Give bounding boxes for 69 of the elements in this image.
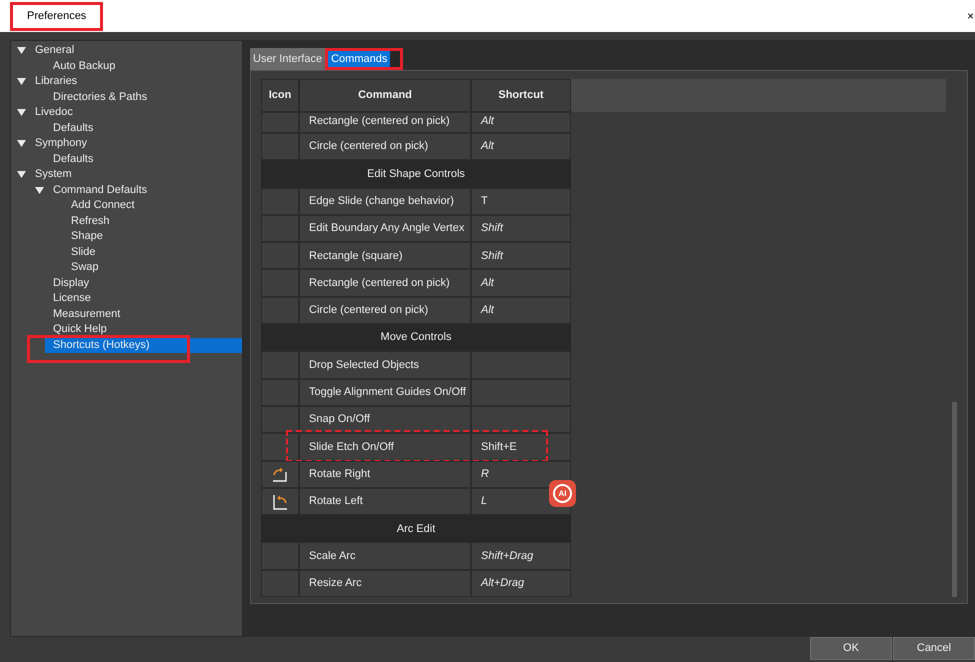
tree-item[interactable]: System: [35, 169, 72, 180]
section-header: Arc Edit: [261, 515, 571, 542]
column-header[interactable]: Icon: [261, 79, 299, 112]
dialog-button[interactable]: OK: [810, 637, 892, 660]
table-cell: Rectangle (centered on pick): [299, 269, 471, 297]
expanded-arrow-icon[interactable]: [35, 186, 44, 194]
tree-item[interactable]: Auto Backup: [53, 60, 116, 72]
table-cell: Drop Selected Objects: [299, 351, 471, 379]
column-header[interactable]: Command: [299, 79, 471, 112]
table-cell: Alt: [471, 112, 571, 133]
tree-item[interactable]: Quick Help: [53, 324, 107, 336]
tree-item[interactable]: Display: [53, 278, 90, 289]
table-cell: Edit Boundary Any Angle Vertex: [299, 214, 471, 242]
table-cell: Circle (centered on pick): [299, 296, 471, 324]
section-header: Move Controls: [261, 324, 571, 352]
table-cell: Rectangle (centered on pick): [299, 112, 471, 133]
tree-item[interactable]: Command Defaults: [53, 184, 148, 196]
close-button[interactable]: ×: [966, 10, 975, 22]
ai-badge[interactable]: AI: [549, 480, 576, 507]
tree-item[interactable]: Directories & Paths: [53, 92, 148, 103]
tree-item[interactable]: Symphony: [35, 138, 87, 150]
tab[interactable]: User Interface: [250, 48, 326, 70]
tree-item[interactable]: Refresh: [71, 216, 110, 227]
tree-item[interactable]: Slide: [71, 246, 96, 258]
icon-cell: [261, 406, 299, 434]
section-header: Edit Shape Controls: [261, 160, 571, 188]
selected-tree-row[interactable]: Shortcuts (Hotkeys): [45, 338, 242, 353]
rotate-right-icon: [272, 466, 288, 482]
rotate-left-icon: [272, 494, 288, 510]
tree-item[interactable]: Shape: [71, 231, 103, 242]
table-cell: Rectangle (square): [299, 242, 471, 270]
table-cell: Alt: [471, 269, 571, 297]
expanded-arrow-icon[interactable]: [17, 140, 26, 148]
table-cell: Shift: [471, 242, 571, 270]
column-header[interactable]: Shortcut: [471, 79, 571, 112]
table-cell: Slide Etch On/Off: [299, 433, 471, 461]
table-cell: Shift+E: [471, 433, 571, 461]
table-cell: Resize Arc: [299, 570, 471, 597]
table-cell: Toggle Alignment Guides On/Off: [299, 378, 471, 406]
tree-item[interactable]: Measurement: [53, 308, 120, 320]
tree-item[interactable]: Libraries: [35, 76, 78, 88]
tree-item[interactable]: Defaults: [53, 122, 94, 134]
expanded-arrow-icon[interactable]: [17, 171, 26, 178]
tree-item[interactable]: Shortcuts (Hotkeys): [53, 340, 150, 351]
tree-item[interactable]: Livedoc: [35, 107, 73, 118]
window-title: Preferences: [27, 8, 86, 24]
tree-item[interactable]: Swap: [71, 262, 99, 274]
tab[interactable]: Commands: [328, 51, 390, 67]
tree-item[interactable]: Defaults: [53, 154, 94, 165]
dialog-button[interactable]: Cancel: [893, 637, 975, 660]
expanded-arrow-icon[interactable]: [17, 109, 26, 116]
table-cell: Circle (centered on pick): [299, 133, 471, 160]
expanded-arrow-icon[interactable]: [17, 47, 26, 54]
tree-item[interactable]: General: [35, 45, 74, 56]
table-cell: Shift: [471, 214, 571, 242]
table-cell: T: [471, 188, 571, 215]
table-cell: Scale Arc: [299, 542, 471, 570]
tree-item[interactable]: Add Connect: [71, 200, 135, 212]
tree-item[interactable]: License: [53, 293, 91, 304]
expanded-arrow-icon[interactable]: [17, 78, 26, 86]
table-cell: R: [471, 460, 571, 488]
table-cell: Snap On/Off: [299, 406, 471, 434]
table-cell: Alt+Drag: [471, 570, 571, 597]
table-cell: Alt: [471, 133, 571, 160]
table-cell: Rotate Left: [299, 488, 471, 516]
table-cell: Alt: [471, 296, 571, 324]
table-cell: Rotate Right: [299, 460, 471, 488]
table-cell: Shift+Drag: [471, 542, 571, 570]
table-cell: Edge Slide (change behavior): [299, 188, 471, 215]
